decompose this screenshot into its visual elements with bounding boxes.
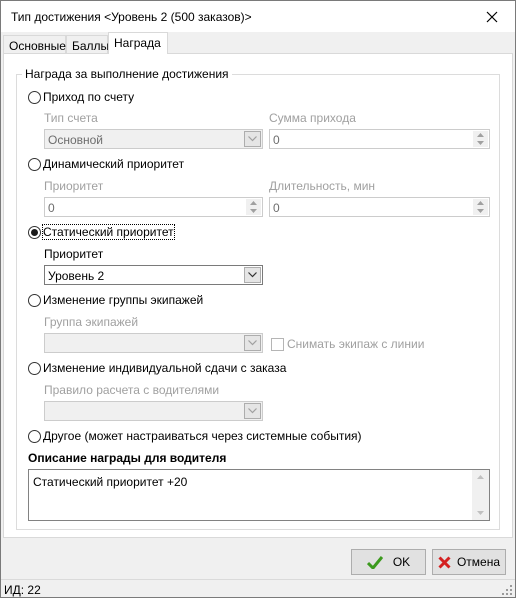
duration-spin-up[interactable] <box>473 199 488 207</box>
cancel-x-icon <box>438 555 451 569</box>
window-title: Тип достижения <Уровень 2 (500 заказов)> <box>11 10 252 24</box>
radio-dynamic-priority[interactable]: Динамический приоритет <box>28 157 184 171</box>
chevron-down-icon <box>248 272 257 278</box>
tab-basic-label: Основные <box>9 39 66 53</box>
tab-reward[interactable]: Награда <box>108 32 168 54</box>
static-priority-combo[interactable]: Уровень 2 <box>44 265 263 285</box>
tab-points-label: Баллы <box>72 39 110 53</box>
driver-rule-label: Правило расчета с водителями <box>44 383 220 397</box>
radio-other-circle[interactable] <box>28 429 41 443</box>
radio-account-income-circle[interactable] <box>28 90 41 104</box>
record-id: ИД: 22 <box>4 583 41 597</box>
arrow-up-icon[interactable] <box>477 475 484 479</box>
static-priority-dropdown-button[interactable] <box>244 267 261 283</box>
chevron-down-icon <box>248 408 257 414</box>
resize-grip-icon[interactable] <box>502 585 513 596</box>
arrow-down-icon[interactable] <box>477 511 484 515</box>
radio-static-priority[interactable]: Статический приоритет <box>28 224 175 240</box>
amount-spin-buttons <box>473 131 488 147</box>
tab-points[interactable]: Баллы <box>66 35 110 54</box>
dynamic-priority-label: Приоритет <box>44 179 104 193</box>
arrow-down-icon <box>477 141 484 145</box>
duration-label: Длительность, мин <box>269 179 376 193</box>
reward-group-title: Награда за выполнение достижения <box>22 67 232 81</box>
account-type-label: Тип счета <box>44 111 98 125</box>
description-textarea[interactable]: Статический приоритет +20 <box>28 469 490 521</box>
arrow-up-icon <box>250 201 257 205</box>
dynamic-priority-spin-up[interactable] <box>246 199 261 207</box>
amount-value: 0 <box>273 133 280 147</box>
amount-spin-down[interactable] <box>473 139 488 147</box>
radio-crew-group-label: Изменение группы экипажей <box>43 293 204 307</box>
radio-other-label: Другое (может настраиваться через систем… <box>43 429 362 443</box>
radio-crew-group-circle[interactable] <box>28 293 41 307</box>
driver-rule-combo[interactable] <box>44 401 263 421</box>
crew-group-dropdown-button[interactable] <box>244 335 261 351</box>
cancel-button[interactable]: Отмена <box>432 549 506 575</box>
tab-reward-label: Награда <box>114 36 161 50</box>
cancel-button-label: Отмена <box>456 555 501 569</box>
ok-button[interactable]: OK <box>351 549 426 575</box>
amount-label: Сумма прихода <box>269 111 356 125</box>
duration-value: 0 <box>273 201 280 215</box>
title-bar: Тип достижения <Уровень 2 (500 заказов)> <box>1 1 515 32</box>
crew-group-label: Группа экипажей <box>44 315 139 329</box>
remove-crew-label: Снимать экипаж с линии <box>287 337 425 351</box>
tab-basic[interactable]: Основные <box>3 35 66 54</box>
radio-other[interactable]: Другое (может настраиваться через систем… <box>28 429 362 443</box>
radio-dynamic-priority-label: Динамический приоритет <box>43 157 185 171</box>
radio-crew-group[interactable]: Изменение группы экипажей <box>28 293 203 307</box>
radio-individual-fee-label: Изменение индивидуальной сдачи с заказа <box>43 361 287 375</box>
account-type-dropdown-button[interactable] <box>244 131 261 147</box>
dynamic-priority-spin-buttons <box>246 199 261 215</box>
duration-spin[interactable]: 0 <box>269 197 490 217</box>
remove-crew-checkbox-row[interactable]: Снимать экипаж с линии <box>271 337 424 351</box>
radio-static-priority-label: Статический приоритет <box>42 224 175 240</box>
checkmark-icon <box>366 555 383 569</box>
account-type-value: Основной <box>48 133 104 147</box>
chevron-down-icon <box>248 340 257 346</box>
reward-tab-panel: Награда за выполнение достижения Приход … <box>3 53 513 538</box>
status-bar: ИД: 22 <box>1 579 515 597</box>
radio-dynamic-priority-circle[interactable] <box>28 157 41 171</box>
description-text: Статический приоритет +20 <box>33 475 188 489</box>
static-priority-label: Приоритет <box>44 247 104 261</box>
arrow-down-icon <box>250 209 257 213</box>
dynamic-priority-spin[interactable]: 0 <box>44 197 263 217</box>
radio-account-income[interactable]: Приход по счету <box>28 90 134 104</box>
radio-individual-fee[interactable]: Изменение индивидуальной сдачи с заказа <box>28 361 286 375</box>
remove-crew-checkbox[interactable] <box>271 337 284 351</box>
description-scrollbar[interactable] <box>472 470 489 520</box>
radio-individual-fee-circle[interactable] <box>28 361 41 375</box>
duration-spin-buttons <box>473 199 488 215</box>
static-priority-value: Уровень 2 <box>48 269 105 283</box>
close-button[interactable] <box>469 1 515 32</box>
amount-spin-up[interactable] <box>473 131 488 139</box>
radio-static-priority-circle[interactable] <box>28 225 41 239</box>
chevron-down-icon <box>248 136 257 142</box>
dialog-window: Тип достижения <Уровень 2 (500 заказов)>… <box>0 0 516 598</box>
crew-group-combo[interactable] <box>44 333 263 353</box>
close-icon <box>486 11 498 22</box>
arrow-down-icon <box>477 209 484 213</box>
account-type-combo[interactable]: Основной <box>44 129 263 149</box>
ok-button-label: OK <box>392 555 411 569</box>
radio-account-income-label: Приход по счету <box>43 90 135 104</box>
duration-spin-down[interactable] <box>473 207 488 215</box>
dynamic-priority-spin-down[interactable] <box>246 207 261 215</box>
arrow-up-icon <box>477 133 484 137</box>
arrow-up-icon <box>477 201 484 205</box>
dynamic-priority-value: 0 <box>48 201 55 215</box>
amount-spin[interactable]: 0 <box>269 129 490 149</box>
driver-rule-dropdown-button[interactable] <box>244 403 261 419</box>
description-title: Описание награды для водителя <box>28 451 227 465</box>
